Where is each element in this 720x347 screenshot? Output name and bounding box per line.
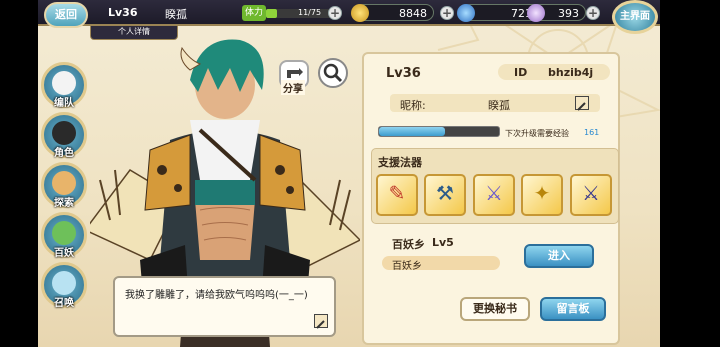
- summon-icon: [52, 271, 76, 295]
- support-relics-title: 支援法器: [378, 156, 422, 169]
- ghost-icon: [52, 71, 76, 95]
- stamina-fill: [266, 9, 277, 18]
- realm-name: 百妖乡: [392, 238, 425, 251]
- profile-level: Lv36: [386, 66, 421, 81]
- relic-slot-1[interactable]: ✎: [376, 174, 418, 216]
- nav-explore-label: 探索: [54, 198, 74, 209]
- nav-team-label: 编队: [54, 98, 74, 109]
- exp-value: 161: [584, 128, 600, 137]
- crystals-value: 393: [558, 7, 579, 20]
- axe-relic-icon: ⚒: [436, 181, 454, 205]
- id-value: bhzib4j: [548, 66, 594, 79]
- nickname-label: 昵称:: [400, 99, 426, 112]
- stamina-text: 11/75: [298, 8, 322, 17]
- add-stamina-button[interactable]: +: [328, 6, 342, 20]
- crystal-icon: [527, 4, 545, 22]
- exp-fill: [379, 127, 445, 136]
- add-coins-button[interactable]: +: [440, 6, 454, 20]
- nav-summon-label: 召唤: [54, 298, 74, 309]
- swap-secretary-button[interactable]: 更换秘书: [460, 297, 530, 321]
- stamina-meter: 体力: [242, 5, 342, 21]
- scroll-icon: [52, 171, 76, 195]
- player-name: 睽孤: [165, 8, 187, 21]
- tent-icon: [52, 221, 76, 245]
- bottle-relic-icon: ✎: [388, 181, 406, 205]
- enter-button[interactable]: 进入: [524, 244, 594, 268]
- coin-icon: [351, 4, 369, 22]
- sword-relic-icon: ⚔: [582, 181, 600, 205]
- share-label: 分享: [281, 80, 305, 95]
- player-level: Lv36: [108, 6, 138, 19]
- nav-characters-label: 角色: [54, 148, 74, 159]
- zoom-button[interactable]: [318, 58, 348, 88]
- nav-summon[interactable]: 召唤: [41, 262, 87, 309]
- blade-relic-icon: ⚔: [485, 181, 503, 205]
- claw-relic-icon: ✦: [533, 181, 551, 205]
- speech-dialog: 我换了雕雕了，请给我欧气呜呜呜(一_一): [113, 276, 336, 337]
- relic-slot-2[interactable]: ⚒: [424, 174, 466, 216]
- exp-label: 下次升级需要经验: [505, 129, 569, 138]
- id-label: ID: [514, 66, 528, 79]
- left-letterbox: [0, 0, 38, 347]
- message-board-button[interactable]: 留言板: [540, 297, 606, 321]
- magnifier-icon: [323, 63, 343, 83]
- character-icon: [52, 121, 76, 145]
- relic-slot-5[interactable]: ⚔: [570, 174, 612, 216]
- gem-icon: [457, 4, 475, 22]
- relic-slot-4[interactable]: ✦: [521, 174, 563, 216]
- coins-box: 8848: [351, 4, 434, 22]
- realm-sub-text: 百妖乡: [392, 261, 422, 272]
- relic-slot-3[interactable]: ⚔: [473, 174, 515, 216]
- nickname-value: 睽孤: [488, 99, 510, 112]
- back-button[interactable]: 返回: [44, 2, 88, 28]
- crystals-box: 393: [527, 4, 586, 22]
- nav-characters[interactable]: 角色: [41, 112, 87, 159]
- nav-team[interactable]: 编队: [41, 62, 87, 109]
- exp-bar: [378, 126, 500, 137]
- nav-explore[interactable]: 探索: [41, 162, 87, 209]
- coins-value: 8848: [399, 7, 427, 20]
- edit-nickname-icon[interactable]: [575, 96, 589, 111]
- nav-hundred-demons[interactable]: 百妖: [41, 212, 87, 259]
- realm-level: Lv5: [432, 236, 454, 249]
- add-crystals-button[interactable]: +: [586, 6, 600, 20]
- right-letterbox: [660, 0, 720, 347]
- nav-hundred-demons-label: 百妖: [54, 248, 74, 259]
- dialog-text: 我换了雕雕了，请给我欧气呜呜呜(一_一): [125, 290, 308, 301]
- edit-dialog-icon[interactable]: [314, 314, 328, 329]
- home-button[interactable]: 主界面: [612, 0, 658, 34]
- stamina-label: 体力: [242, 5, 266, 21]
